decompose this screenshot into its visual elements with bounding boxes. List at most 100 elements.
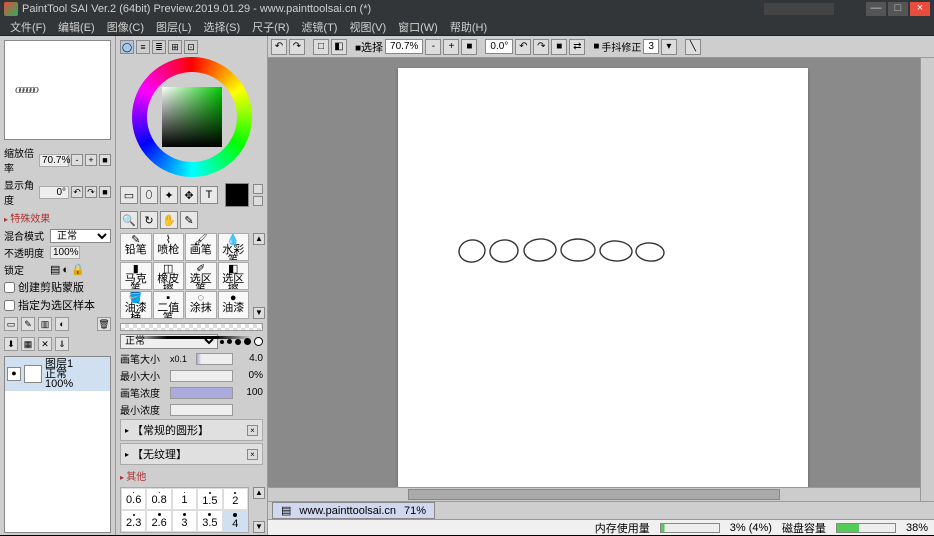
stabilizer-settings[interactable]: ▾ xyxy=(661,39,677,55)
opacity-value[interactable]: 100% xyxy=(50,246,80,259)
text-tool[interactable]: T xyxy=(200,186,218,204)
menu-help[interactable]: 帮助(H) xyxy=(444,19,493,35)
size-preset-cell[interactable]: 0.8 xyxy=(146,488,171,510)
menu-view[interactable]: 视图(V) xyxy=(343,19,392,35)
clipping-mask-checkbox[interactable] xyxy=(4,282,15,293)
zoom-tool[interactable]: 🔍 xyxy=(120,211,138,229)
navigator-thumbnail[interactable]: oooooo xyxy=(4,40,111,140)
zoom-in-button[interactable]: + xyxy=(85,154,97,166)
brush-paint[interactable]: ●油漆 xyxy=(218,291,250,319)
new-mask-button[interactable]: ◐ xyxy=(55,317,69,331)
canvas-zoom-in[interactable]: + xyxy=(443,39,459,55)
brush-scroll-up[interactable]: ▲ xyxy=(253,233,265,245)
foreground-color-swatch[interactable] xyxy=(225,183,249,207)
color-swatch-tab[interactable]: ⊞ xyxy=(168,40,182,54)
canvas-viewport[interactable] xyxy=(268,58,934,501)
menu-file[interactable]: 文件(F) xyxy=(4,19,52,35)
selection-sample-checkbox[interactable] xyxy=(4,300,15,311)
size-preset-cell[interactable]: 4 xyxy=(223,510,248,532)
menu-edit[interactable]: 编辑(E) xyxy=(52,19,101,35)
menu-layer[interactable]: 图层(L) xyxy=(150,19,197,35)
size-preset-cell[interactable]: 3.5 xyxy=(197,510,222,532)
redo-button[interactable]: ↷ xyxy=(289,39,305,55)
color-wheel[interactable] xyxy=(132,57,252,177)
new-folder-button[interactable]: ▥ xyxy=(38,317,52,331)
size-preset-cell[interactable]: 2.3 xyxy=(121,510,146,532)
deselect-button[interactable]: □ xyxy=(313,39,329,55)
size-preset-cell[interactable]: 3 xyxy=(172,510,197,532)
brush-texture-collapse[interactable]: 【无纹理】× xyxy=(120,443,263,465)
canvas-scrollbar-vertical[interactable] xyxy=(920,58,934,501)
lock-pixels-button[interactable]: ▤ xyxy=(50,263,60,276)
canvas-rotate-reset[interactable]: ■ xyxy=(551,39,567,55)
brush-selpen[interactable]: ✐选区笔 xyxy=(185,262,217,290)
transfer-down-button[interactable]: ⇓ xyxy=(55,337,69,351)
layer-visibility-toggle[interactable]: ● xyxy=(7,367,21,381)
min-size-slider[interactable] xyxy=(170,370,233,382)
brush-texture-clear[interactable]: × xyxy=(247,449,258,460)
menu-ruler[interactable]: 尺子(R) xyxy=(246,19,295,35)
delete-layer-button[interactable]: 🗑 xyxy=(97,317,111,331)
menu-window[interactable]: 窗口(W) xyxy=(392,19,444,35)
canvas[interactable] xyxy=(398,68,808,488)
zoom-out-button[interactable]: - xyxy=(71,154,83,166)
document-tab[interactable]: ▤ www.painttoolsai.cn 71% xyxy=(272,502,435,519)
canvas-scrollbar-horizontal[interactable] xyxy=(268,487,920,501)
brush-scroll-down[interactable]: ▼ xyxy=(253,307,265,319)
fx-section-header[interactable]: 特殊效果 xyxy=(0,208,115,227)
canvas-rotate-right[interactable]: ↷ xyxy=(533,39,549,55)
brush-brush[interactable]: 🖌画笔 xyxy=(185,233,217,261)
clear-layer-button[interactable]: ✕ xyxy=(38,337,52,351)
ruler-straight[interactable]: ╲ xyxy=(685,39,701,55)
layer-item[interactable]: ● 图层1 正常 100% xyxy=(5,357,110,391)
rect-select-tool[interactable]: ▭ xyxy=(120,186,138,204)
canvas-rotate-left[interactable]: ↶ xyxy=(515,39,531,55)
size-preset-cell[interactable]: 1.5 xyxy=(197,488,222,510)
new-layer-button[interactable]: ▭ xyxy=(4,317,18,331)
brush-binary[interactable]: ▪二值笔 xyxy=(153,291,185,319)
canvas-angle-value[interactable]: 0.0° xyxy=(485,39,513,54)
other-section-header[interactable]: 其他 xyxy=(116,466,267,485)
angle-value[interactable]: 0° xyxy=(39,186,69,199)
lock-alpha-button[interactable]: ◐ xyxy=(62,264,69,276)
density-slider[interactable] xyxy=(170,387,233,399)
brush-bucket[interactable]: 🪣油漆桶 xyxy=(120,291,152,319)
rotate-reset-button[interactable]: ■ xyxy=(99,186,111,198)
eyedropper-tool[interactable]: ✎ xyxy=(180,211,198,229)
canvas-zoom-value[interactable]: 70.7% xyxy=(385,39,423,54)
color-scratch-tab[interactable]: ⊡ xyxy=(184,40,198,54)
color-wheel-tab[interactable]: ◯ xyxy=(120,40,134,54)
size-preset-cell[interactable]: 2.6 xyxy=(146,510,171,532)
preset-scroll-up[interactable]: ▲ xyxy=(253,487,265,499)
flatten-button[interactable]: ▦ xyxy=(21,337,35,351)
canvas-zoom-out[interactable]: - xyxy=(425,39,441,55)
brush-size-mult[interactable]: x0.1 xyxy=(170,354,194,364)
canvas-flip[interactable]: ⇄ xyxy=(569,39,585,55)
brush-shape-clear[interactable]: × xyxy=(247,425,258,436)
rotate-tool[interactable]: ↻ xyxy=(140,211,158,229)
zoom-reset-button[interactable]: ■ xyxy=(99,154,111,166)
move-tool[interactable]: ✥ xyxy=(180,186,198,204)
menu-image[interactable]: 图像(C) xyxy=(101,19,150,35)
reset-color-button[interactable] xyxy=(253,196,263,206)
rotate-left-button[interactable]: ↶ xyxy=(71,186,83,198)
close-button[interactable]: × xyxy=(910,2,930,16)
merge-down-button[interactable]: ⬇ xyxy=(4,337,18,351)
menu-filter[interactable]: 滤镜(T) xyxy=(295,19,343,35)
min-size-value[interactable]: 0% xyxy=(235,370,263,381)
size-preset-cell[interactable]: 2 xyxy=(223,488,248,510)
new-linework-button[interactable]: ✎ xyxy=(21,317,35,331)
swap-color-button[interactable] xyxy=(253,184,263,194)
brush-marker[interactable]: ▮马克笔 xyxy=(120,262,152,290)
min-density-slider[interactable] xyxy=(170,404,233,416)
density-value[interactable]: 100 xyxy=(235,387,263,398)
brush-seleraser[interactable]: ◧选区擦 xyxy=(218,262,250,290)
brush-watercolor[interactable]: 💧水彩笔 xyxy=(218,233,250,261)
wand-tool[interactable]: ✦ xyxy=(160,186,178,204)
preset-scroll-down[interactable]: ▼ xyxy=(253,521,265,533)
brush-eraser[interactable]: ◫橡皮擦 xyxy=(153,262,185,290)
color-hsv-tab[interactable]: ≣ xyxy=(152,40,166,54)
maximize-button[interactable]: □ xyxy=(888,2,908,16)
brush-blur[interactable]: ◌涂抹 xyxy=(185,291,217,319)
brush-size-slider[interactable] xyxy=(196,353,233,365)
